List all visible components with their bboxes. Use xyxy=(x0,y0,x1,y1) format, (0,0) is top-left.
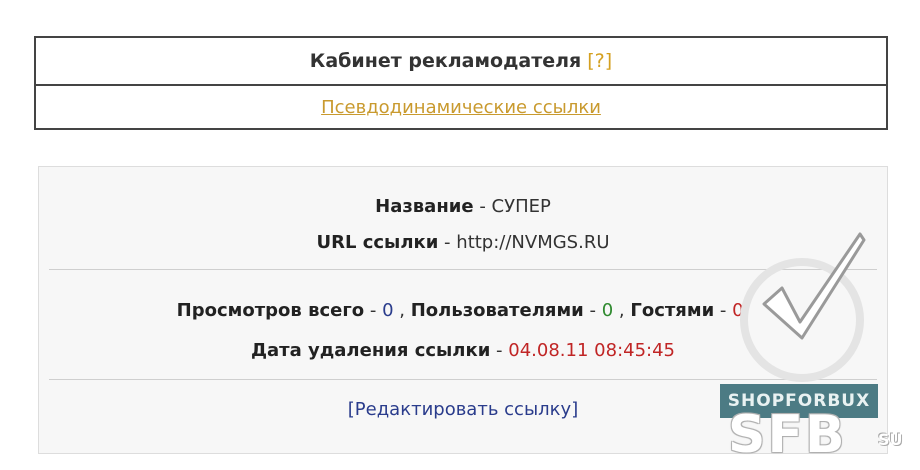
views-total-label: Просмотров всего xyxy=(176,300,365,321)
views-total-value: 0 xyxy=(382,300,394,321)
advertiser-header-table: Кабинет рекламодателя [?] Псевдодинамиче… xyxy=(34,36,888,130)
header-link-row: Псевдодинамические ссылки xyxy=(36,84,886,128)
page-title: Кабинет рекламодателя xyxy=(309,50,582,72)
users-value: 0 xyxy=(601,300,614,321)
name-value: СУПЕР xyxy=(491,196,551,217)
watermark-check-icon xyxy=(762,232,866,340)
users-label: Пользователями xyxy=(410,300,584,321)
edit-link-button[interactable]: [Редактировать ссылку] xyxy=(348,399,578,420)
url-label: URL ссылки xyxy=(316,232,439,253)
name-label: Название xyxy=(375,196,474,217)
header-title-row: Кабинет рекламодателя [?] xyxy=(36,38,886,84)
divider xyxy=(49,379,877,380)
delete-date-label: Дата удаления ссылки xyxy=(250,340,491,361)
name-line: Название - СУПЕР xyxy=(375,196,551,217)
delete-date-value: 04.08.11 08:45:45 xyxy=(508,340,676,361)
watermark-logo-suffix: SU xyxy=(878,430,903,449)
guests-label: Гостями xyxy=(630,300,715,321)
help-link[interactable]: [?] xyxy=(587,50,612,72)
url-value: http://NVMGS.RU xyxy=(456,232,610,253)
pseudo-dynamic-links-link[interactable]: Псевдодинамические ссылки xyxy=(321,97,601,118)
